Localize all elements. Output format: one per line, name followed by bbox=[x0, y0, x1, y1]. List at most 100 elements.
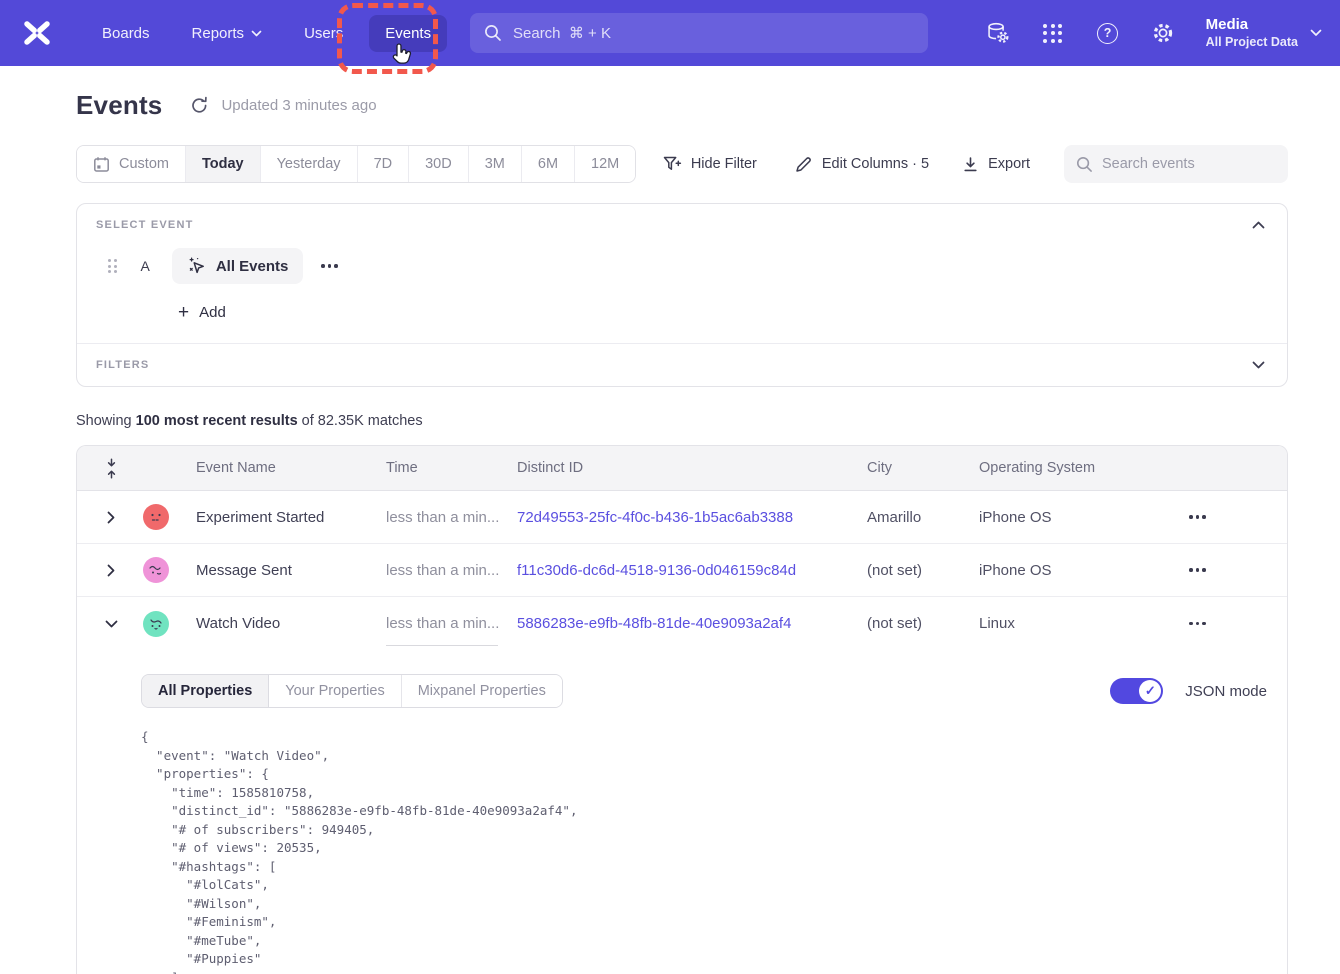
tab-mixpanel-properties[interactable]: Mixpanel Properties bbox=[402, 675, 562, 707]
export-button[interactable]: Export bbox=[962, 156, 1030, 173]
edit-columns-button[interactable]: Edit Columns · 5 bbox=[794, 155, 929, 174]
column-header-city[interactable]: City bbox=[867, 460, 979, 476]
main-content: Events Updated 3 minutes ago bbox=[76, 90, 1288, 974]
range-today[interactable]: Today bbox=[186, 146, 261, 182]
expand-row-button[interactable] bbox=[77, 564, 131, 577]
event-name-cell: Message Sent bbox=[181, 562, 386, 579]
data-management-icon[interactable] bbox=[986, 21, 1010, 45]
distinct-id-link[interactable]: f11c30d6-dc6d-4518-9136-0d046159c84d bbox=[517, 562, 867, 579]
range-custom[interactable]: Custom bbox=[77, 146, 186, 182]
project-subtitle: All Project Data bbox=[1206, 34, 1298, 51]
mixpanel-logo[interactable] bbox=[20, 16, 54, 50]
nav-item-label: Users bbox=[304, 25, 343, 42]
table-row[interactable]: Experiment Started less than a min... 72… bbox=[77, 491, 1287, 544]
range-30d[interactable]: 30D bbox=[409, 146, 469, 182]
project-switcher[interactable]: Media All Project Data bbox=[1206, 15, 1322, 51]
column-header-distinct-id[interactable]: Distinct ID bbox=[517, 460, 867, 476]
top-navbar: Boards Reports Users Events bbox=[0, 0, 1340, 66]
add-icon: + bbox=[178, 305, 189, 321]
range-label: 30D bbox=[425, 156, 452, 172]
last-updated-text: Updated 3 minutes ago bbox=[221, 97, 376, 114]
os-cell: iPhone OS bbox=[979, 562, 1165, 579]
expand-row-button[interactable] bbox=[77, 511, 131, 524]
edit-columns-label: Edit Columns · 5 bbox=[822, 156, 929, 172]
table-row-expanded[interactable]: Watch Video less than a min... 5886283e-… bbox=[77, 597, 1287, 650]
range-12m[interactable]: 12M bbox=[575, 146, 635, 182]
tab-your-properties[interactable]: Your Properties bbox=[269, 675, 401, 707]
global-search-input[interactable] bbox=[513, 25, 914, 42]
city-cell: Amarillo bbox=[867, 509, 979, 526]
project-name: Media bbox=[1206, 15, 1298, 34]
time-cell: less than a min... bbox=[386, 562, 517, 579]
range-label: Custom bbox=[119, 156, 169, 172]
query-builder-card: SELECT EVENT A bbox=[76, 203, 1288, 387]
column-header-time[interactable]: Time bbox=[386, 460, 517, 476]
event-clause-more-button[interactable] bbox=[317, 260, 342, 272]
apps-grid-icon[interactable] bbox=[1041, 21, 1065, 45]
add-event-button[interactable]: + Add bbox=[178, 304, 1267, 321]
nav-item-label: Boards bbox=[102, 25, 150, 42]
nav-item-boards[interactable]: Boards bbox=[86, 15, 166, 52]
range-7d[interactable]: 7D bbox=[358, 146, 410, 182]
settings-gear-icon[interactable] bbox=[1151, 21, 1175, 45]
nav-item-label: Reports bbox=[192, 25, 245, 42]
range-label: Yesterday bbox=[277, 156, 341, 172]
event-detail-panel: All Properties Your Properties Mixpanel … bbox=[77, 650, 1287, 974]
refresh-button[interactable] bbox=[190, 96, 209, 115]
search-events-box[interactable] bbox=[1064, 145, 1288, 183]
distinct-id-link[interactable]: 5886283e-e9fb-48fb-81de-40e9093a2af4 bbox=[517, 615, 867, 632]
nav-item-users[interactable]: Users bbox=[288, 15, 359, 52]
filters-section[interactable]: FILTERS bbox=[77, 344, 1287, 386]
all-events-icon bbox=[187, 256, 207, 276]
filters-label: FILTERS bbox=[96, 359, 149, 371]
events-page: Boards Reports Users Events bbox=[0, 0, 1340, 974]
nav-item-reports[interactable]: Reports bbox=[176, 15, 279, 52]
chevron-down-icon bbox=[105, 620, 118, 628]
distinct-id-link[interactable]: 72d49553-25fc-4f0c-b436-1b5ac6ab3388 bbox=[517, 509, 867, 526]
download-icon bbox=[962, 156, 979, 173]
refresh-icon bbox=[190, 96, 209, 115]
range-label: 7D bbox=[374, 156, 393, 172]
drag-handle-icon[interactable] bbox=[108, 259, 117, 273]
global-search[interactable] bbox=[470, 13, 928, 53]
event-json-viewer[interactable]: { "event": "Watch Video", "properties": … bbox=[141, 728, 1267, 974]
column-header-os[interactable]: Operating System bbox=[979, 460, 1165, 476]
hide-filter-label: Hide Filter bbox=[691, 156, 757, 172]
properties-tabs: All Properties Your Properties Mixpanel … bbox=[141, 674, 563, 708]
json-mode-toggle[interactable]: ✓ bbox=[1110, 678, 1163, 704]
city-cell: (not set) bbox=[867, 562, 979, 579]
os-cell: Linux bbox=[979, 615, 1165, 632]
collapse-all-button[interactable] bbox=[77, 458, 131, 479]
chevron-right-icon bbox=[107, 564, 115, 577]
column-header-event-name[interactable]: Event Name bbox=[181, 460, 386, 476]
expand-filters-button[interactable] bbox=[1250, 359, 1267, 371]
os-cell: iPhone OS bbox=[979, 509, 1165, 526]
help-icon[interactable]: ? bbox=[1096, 21, 1120, 45]
results-prefix: Showing bbox=[76, 413, 136, 429]
collapse-all-icon bbox=[105, 458, 118, 479]
nav-item-events[interactable]: Events bbox=[369, 15, 447, 52]
table-row[interactable]: Message Sent less than a min... f11c30d6… bbox=[77, 544, 1287, 597]
tab-all-properties[interactable]: All Properties bbox=[142, 675, 269, 707]
collapse-section-button[interactable] bbox=[1250, 219, 1267, 231]
row-more-button[interactable] bbox=[1185, 564, 1210, 576]
search-events-input[interactable] bbox=[1102, 156, 1276, 172]
select-event-label: SELECT EVENT bbox=[96, 219, 194, 231]
row-more-button[interactable] bbox=[1185, 511, 1210, 523]
row-more-button[interactable] bbox=[1185, 618, 1210, 630]
clause-letter: A bbox=[141, 258, 150, 274]
range-label: 12M bbox=[591, 156, 619, 172]
chevron-right-icon bbox=[107, 511, 115, 524]
range-yesterday[interactable]: Yesterday bbox=[261, 146, 358, 182]
title-row: Events Updated 3 minutes ago bbox=[76, 90, 1288, 121]
range-6m[interactable]: 6M bbox=[522, 146, 575, 182]
hide-filter-button[interactable]: Hide Filter bbox=[663, 156, 757, 173]
selected-event-name: All Events bbox=[216, 258, 289, 275]
event-selector-button[interactable]: All Events bbox=[172, 248, 304, 284]
add-label: Add bbox=[199, 304, 226, 321]
collapse-row-button[interactable] bbox=[77, 620, 131, 628]
range-label: 6M bbox=[538, 156, 558, 172]
results-count: 100 most recent results bbox=[136, 413, 298, 429]
range-3m[interactable]: 3M bbox=[469, 146, 522, 182]
toggle-knob: ✓ bbox=[1139, 680, 1161, 702]
